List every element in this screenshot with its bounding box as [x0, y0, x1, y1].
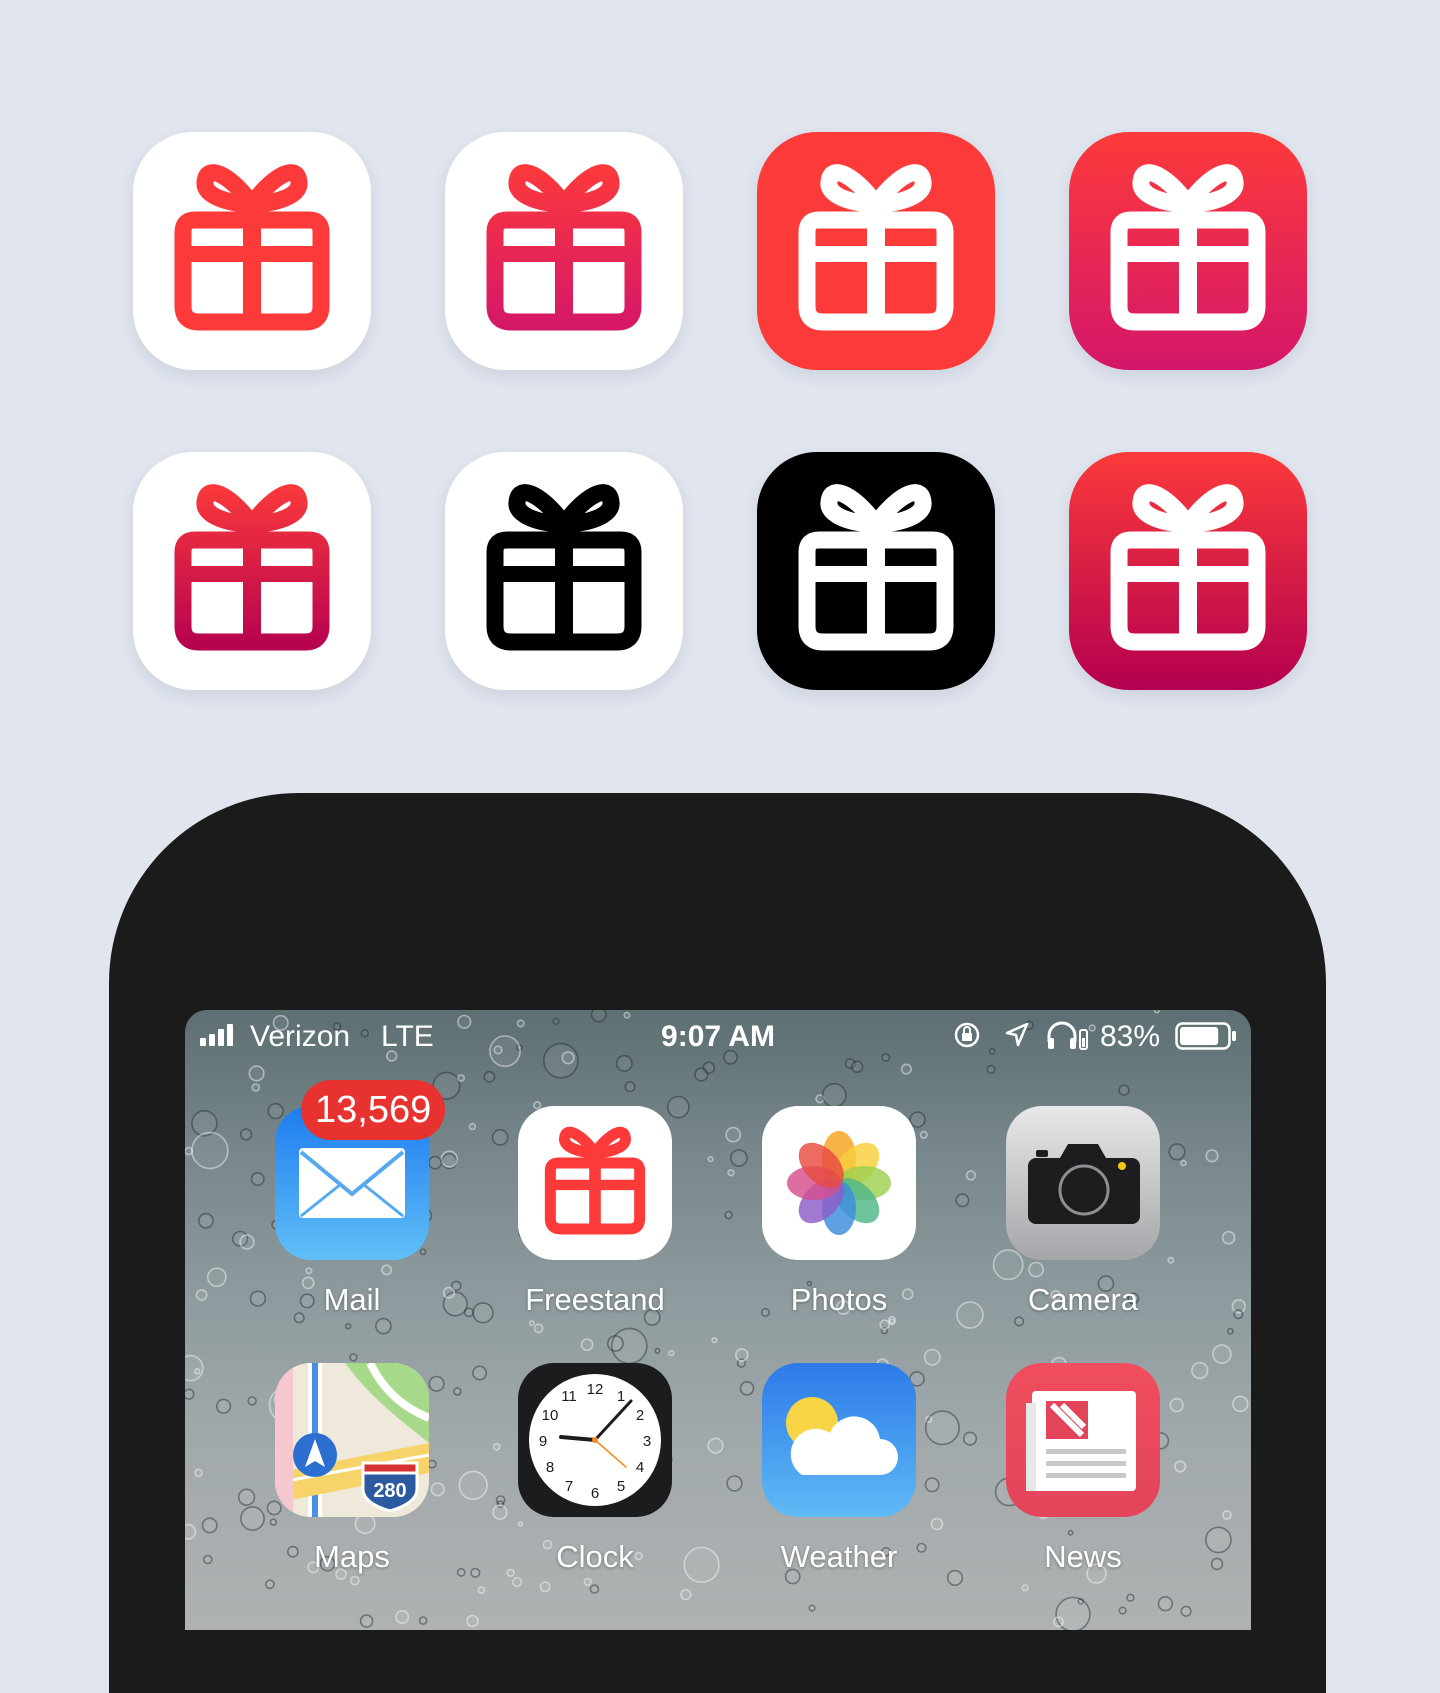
weather-icon[interactable] — [762, 1363, 916, 1517]
app-label-freestand: Freestand — [525, 1282, 665, 1317]
clock-number: 2 — [636, 1407, 644, 1424]
clock-number: 9 — [539, 1433, 547, 1450]
app-label-mail: Mail — [323, 1282, 381, 1317]
gift-icon-variant-crimson-white — [1069, 452, 1307, 690]
app-label-camera: Camera — [1027, 1282, 1139, 1317]
status-bar: Verizon LTE 9:07 AM 83% — [185, 1010, 1251, 1062]
clock-number: 8 — [546, 1459, 554, 1476]
gift-icon — [173, 482, 333, 652]
app-label-clock: Clock — [556, 1539, 634, 1574]
battery-icon — [1175, 1022, 1236, 1050]
orientation-lock-icon — [954, 1022, 980, 1048]
gift-icon — [1069, 132, 1307, 370]
app-label-maps: Maps — [314, 1539, 390, 1574]
photos-icon[interactable] — [762, 1106, 916, 1260]
clock-number: 6 — [591, 1485, 599, 1502]
gift-icon — [757, 452, 995, 690]
headphones-icon — [1047, 1021, 1088, 1050]
clock-icon[interactable]: 12 1 2 3 4 5 6 7 8 9 10 11 — [518, 1363, 672, 1517]
clock-number: 5 — [617, 1478, 625, 1495]
location-icon — [1005, 1022, 1029, 1047]
gift-icon — [1069, 452, 1307, 690]
maps-road-sign: 280 — [373, 1480, 406, 1502]
gift-icon-variant-white-crimson — [133, 452, 371, 690]
gift-icon-variant-red-white — [757, 132, 995, 370]
clock-number: 11 — [561, 1388, 577, 1405]
gift-icon-variant-white-black — [445, 452, 683, 690]
clock-time: 9:07 AM — [661, 1020, 775, 1053]
gift-icon-variant-white-red — [133, 132, 371, 370]
gift-icon — [445, 452, 683, 690]
clock-number: 12 — [587, 1381, 604, 1398]
gift-icon — [133, 132, 371, 370]
home-screen: Verizon LTE 9:07 AM 83% Mail 13,569 Free… — [185, 1010, 1251, 1630]
clock-number: 1 — [617, 1388, 625, 1405]
maps-icon[interactable]: 280 — [275, 1363, 429, 1517]
clock-number: 7 — [565, 1478, 573, 1495]
battery-percentage: 83% — [1100, 1020, 1161, 1053]
app-label-weather: Weather — [780, 1539, 898, 1574]
clock-number: 3 — [643, 1433, 651, 1450]
gift-icon-variant-white-gradient — [445, 132, 683, 370]
gift-icon-variant-black-white — [757, 452, 995, 690]
news-icon[interactable] — [1006, 1363, 1160, 1517]
app-label-news: News — [1044, 1539, 1122, 1574]
gift-icon[interactable] — [518, 1106, 672, 1260]
app-label-photos: Photos — [790, 1282, 888, 1317]
gift-icon — [757, 132, 995, 370]
clock-number: 4 — [636, 1459, 644, 1476]
clock-number: 10 — [542, 1407, 559, 1424]
mail-badge: 13,569 — [301, 1080, 446, 1140]
gift-icon — [485, 162, 645, 332]
gift-icon-variant-gradient-white — [1069, 132, 1307, 370]
camera-icon[interactable] — [1006, 1106, 1160, 1260]
